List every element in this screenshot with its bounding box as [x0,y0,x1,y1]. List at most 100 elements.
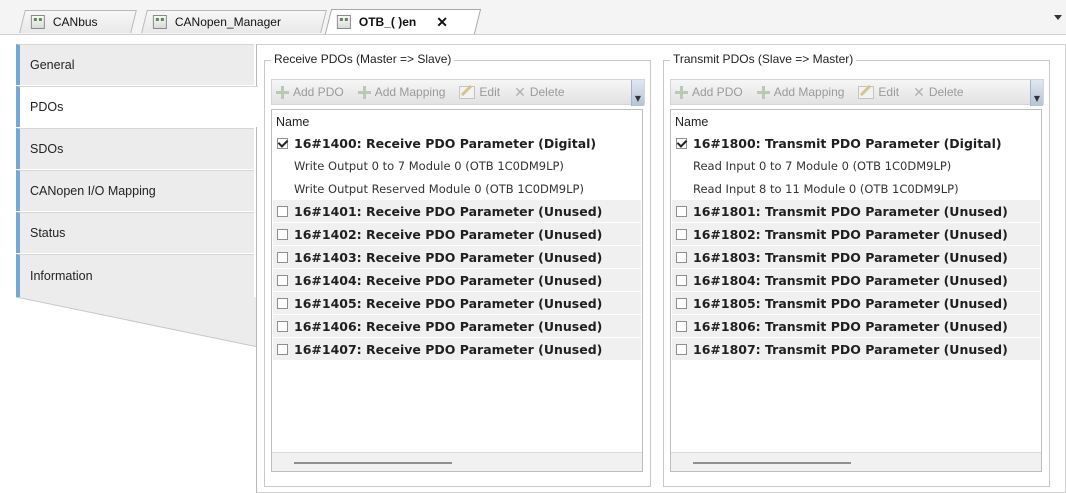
pdo-enable-checkbox[interactable] [277,320,288,332]
edit-button[interactable]: Edit [858,85,899,99]
scrollbar-thumb[interactable] [294,462,452,464]
pdo-row-label: 16#1806: Transmit PDO Parameter (Unused) [693,318,1008,334]
toolbar-overflow-button[interactable]: ▼ [1030,80,1043,106]
delete-icon: ✕ [913,83,925,100]
pdo-row[interactable]: 16#1403: Receive PDO Parameter (Unused) [273,246,641,268]
receive-pdos-toolbar: Add PDO Add Mapping Edit ✕ Delete ▼ [271,79,645,106]
pdo-row-label: 16#1803: Transmit PDO Parameter (Unused) [693,249,1008,265]
pdo-row[interactable]: 16#1400: Receive PDO Parameter (Digital) [273,132,641,154]
pdo-enable-checkbox[interactable] [676,251,687,263]
pdo-enable-checkbox[interactable] [676,343,687,355]
mapping-row[interactable]: Read Input 0 to 7 Module 0 (OTB 1C0DM9LP… [672,155,1040,177]
nav-item-label: CANopen I/O Mapping [30,184,156,198]
pdo-row[interactable]: 16#1407: Receive PDO Parameter (Unused) [273,338,641,360]
pdo-row-label: 16#1407: Receive PDO Parameter (Unused) [294,341,603,357]
add-mapping-button[interactable]: Add Mapping [357,85,446,99]
edit-button[interactable]: Edit [459,85,500,99]
pdo-row[interactable]: 16#1800: Transmit PDO Parameter (Digital… [672,132,1040,154]
pdo-row-label: 16#1804: Transmit PDO Parameter (Unused) [693,272,1008,288]
nav-item-information[interactable]: Information [16,254,254,297]
pdo-row[interactable]: 16#1404: Receive PDO Parameter (Unused) [273,269,641,291]
pdo-row[interactable]: 16#1806: Transmit PDO Parameter (Unused) [672,315,1040,337]
pdo-row[interactable]: 16#1406: Receive PDO Parameter (Unused) [273,315,641,337]
tab-label: OTB_( )en [358,15,417,29]
chevron-down-icon: ▼ [1033,94,1041,103]
receive-pdos-tree[interactable]: Name 16#1400: Receive PDO Parameter (Dig… [271,109,643,472]
nav-item-label: Information [30,269,93,283]
edit-icon [459,85,476,99]
add-pdo-label: Add PDO [293,85,344,99]
pdo-row[interactable]: 16#1402: Receive PDO Parameter (Unused) [273,223,641,245]
pdo-row[interactable]: 16#1801: Transmit PDO Parameter (Unused) [672,200,1040,222]
close-icon[interactable]: ✕ [436,14,448,31]
delete-button[interactable]: ✕ Delete [913,84,963,101]
pdo-row-label: 16#1802: Transmit PDO Parameter (Unused) [693,226,1008,242]
pdo-enable-checkbox[interactable] [277,228,288,240]
tab-otb-device[interactable]: OTB_( )en ✕ [324,9,482,34]
pdo-row-label: 16#1400: Receive PDO Parameter (Digital) [294,135,597,151]
pdo-row[interactable]: 16#1802: Transmit PDO Parameter (Unused) [672,223,1040,245]
nav-item-sdos[interactable]: SDOs [16,128,254,169]
pdo-enable-checkbox[interactable] [676,205,687,217]
toolbar-overflow-button[interactable]: ▼ [631,80,644,106]
tab-canopen-manager[interactable]: CANopen_Manager [141,10,327,33]
transmit-pdos-toolbar: Add PDO Add Mapping Edit ✕ Delete ▼ [670,79,1044,106]
receive-pdos-title: Receive PDOs (Master => Slave) [271,52,455,66]
horizontal-scrollbar[interactable] [671,452,1041,471]
pdo-row-label: 16#1801: Transmit PDO Parameter (Unused) [693,203,1008,219]
horizontal-scrollbar[interactable] [272,452,642,471]
pdo-enable-checkbox[interactable] [277,205,288,217]
mapping-row[interactable]: Write Output Reserved Module 0 (OTB 1C0D… [273,178,641,200]
pdo-row-label: 16#1404: Receive PDO Parameter (Unused) [294,272,603,288]
pdo-row-label: 16#1800: Transmit PDO Parameter (Digital… [693,135,1002,151]
add-mapping-button[interactable]: Add Mapping [756,85,845,99]
scrollbar-thumb[interactable] [693,462,851,464]
edit-icon [858,85,875,99]
pdo-enable-checkbox[interactable] [277,137,288,149]
pdo-row[interactable]: 16#1805: Transmit PDO Parameter (Unused) [672,292,1040,314]
pdo-row-label: 16#1403: Receive PDO Parameter (Unused) [294,249,603,265]
pdo-row-label: 16#1405: Receive PDO Parameter (Unused) [294,295,603,311]
pdo-enable-checkbox[interactable] [277,297,288,309]
device-icon [30,15,45,29]
nav-item-canopen-io-mapping[interactable]: CANopen I/O Mapping [16,170,254,211]
add-mapping-label: Add Mapping [773,85,845,99]
pdo-enable-checkbox[interactable] [676,137,687,149]
tab-label: CANbus [52,15,98,29]
mapping-row[interactable]: Read Input 8 to 11 Module 0 (OTB 1C0DM9L… [672,178,1040,200]
tab-canbus[interactable]: CANbus [19,10,137,33]
tab-list-dropdown-icon[interactable] [1054,15,1062,20]
add-mapping-label: Add Mapping [374,85,446,99]
nav-item-label: SDOs [30,142,64,156]
pdo-enable-checkbox[interactable] [277,343,288,355]
pdo-row-label: 16#1807: Transmit PDO Parameter (Unused) [693,341,1008,357]
pdo-enable-checkbox[interactable] [277,251,288,263]
nav-item-label: PDOs [30,100,64,114]
add-icon [675,85,688,99]
delete-label: Delete [529,85,565,99]
pdo-row[interactable]: 16#1405: Receive PDO Parameter (Unused) [273,292,641,314]
pdo-row-label: 16#1805: Transmit PDO Parameter (Unused) [693,295,1008,311]
pdo-enable-checkbox[interactable] [676,297,687,309]
add-pdo-button[interactable]: Add PDO [276,85,344,99]
add-icon [756,85,770,99]
pdo-row[interactable]: 16#1401: Receive PDO Parameter (Unused) [273,200,641,222]
pdo-enable-checkbox[interactable] [676,320,687,332]
pdo-enable-checkbox[interactable] [277,274,288,286]
pdo-row[interactable]: 16#1804: Transmit PDO Parameter (Unused) [672,269,1040,291]
mapping-row-label: Write Output 0 to 7 Module 0 (OTB 1C0DM9… [294,159,564,173]
nav-item-status[interactable]: Status [16,212,254,253]
nav-item-general[interactable]: General [16,44,254,85]
pdo-row[interactable]: 16#1807: Transmit PDO Parameter (Unused) [672,338,1040,360]
delete-button[interactable]: ✕ Delete [514,84,564,101]
mapping-row[interactable]: Write Output 0 to 7 Module 0 (OTB 1C0DM9… [273,155,641,177]
transmit-pdos-tree[interactable]: Name 16#1800: Transmit PDO Parameter (Di… [670,109,1042,472]
pdo-enable-checkbox[interactable] [676,274,687,286]
column-header-name: Name [276,115,310,129]
pdo-row[interactable]: 16#1803: Transmit PDO Parameter (Unused) [672,246,1040,268]
nav-tail-decoration [16,297,258,347]
pdo-enable-checkbox[interactable] [676,228,687,240]
editor-tab-strip: CANbus CANopen_Manager OTB_( )en ✕ [0,0,1066,35]
add-pdo-button[interactable]: Add PDO [675,85,743,99]
nav-item-pdos[interactable]: PDOs [16,86,258,127]
